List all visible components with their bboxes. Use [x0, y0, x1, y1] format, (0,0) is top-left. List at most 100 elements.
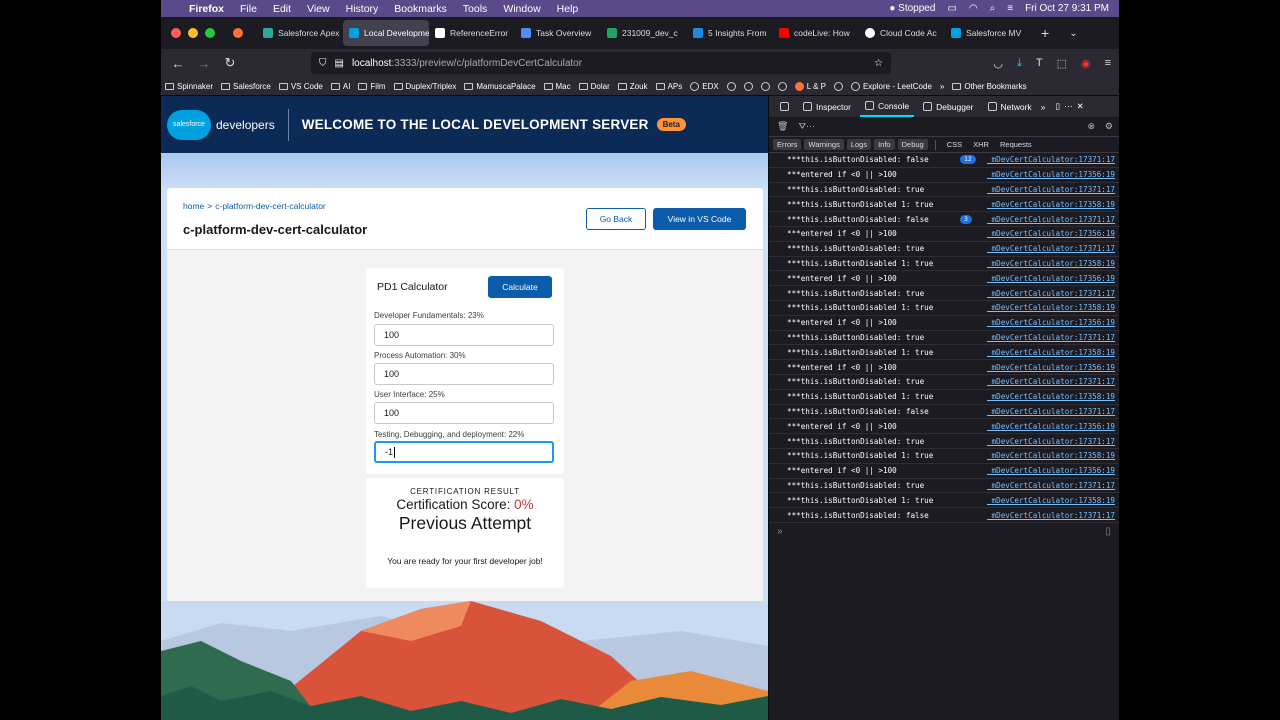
log-source-link[interactable]: _mDevCertCalculator:17371:17	[987, 511, 1115, 520]
devtools-menu-icon[interactable]: ⋯	[1064, 101, 1073, 112]
wifi-icon[interactable]: ◠	[969, 3, 978, 14]
bookmark-duplex[interactable]: Duplex/Triplex	[390, 82, 461, 91]
log-source-link[interactable]: _mDevCertCalculator:17371:17	[987, 185, 1115, 194]
log-source-link[interactable]: _mDevCertCalculator:17356:19	[987, 466, 1115, 475]
filter-warnings[interactable]: Warnings	[804, 139, 844, 150]
minimize-window-button[interactable]	[188, 28, 198, 38]
tab-local-development[interactable]: Local Development✕	[343, 20, 429, 46]
menu-bookmarks[interactable]: Bookmarks	[386, 3, 455, 15]
bookmark-dolar[interactable]: Dolar	[575, 82, 614, 91]
console-settings-icon[interactable]: ⚙	[1105, 121, 1113, 132]
bookmark-globe-1[interactable]	[723, 81, 740, 91]
tab-inspector[interactable]: Inspector	[798, 96, 856, 117]
console-input[interactable]: » ▯	[769, 523, 1119, 541]
editor-mode-icon[interactable]: ▯	[1105, 526, 1111, 537]
process-automation-input[interactable]: 100	[374, 363, 554, 385]
tab-console[interactable]: Console	[859, 96, 915, 117]
bookmark-globe-5[interactable]	[830, 81, 847, 91]
log-source-link[interactable]: _mDevCertCalculator:17356:19	[987, 422, 1115, 431]
zoom-window-button[interactable]	[205, 28, 215, 38]
user-interface-input[interactable]: 100	[374, 402, 554, 424]
dock-icon[interactable]: ▯	[1055, 101, 1060, 112]
tab-network[interactable]: Network	[983, 96, 1037, 117]
filter-logs[interactable]: Logs	[846, 139, 872, 150]
log-source-link[interactable]: _mDevCertCalculator:17371:17	[987, 155, 1115, 164]
page-info-icon[interactable]: ▤	[335, 58, 344, 69]
reload-button[interactable]: ↻	[217, 55, 243, 71]
breadcrumb-home[interactable]: home	[183, 201, 204, 211]
forward-button[interactable]: →	[191, 56, 217, 71]
menu-file[interactable]: File	[232, 3, 265, 15]
tab-referenceerror[interactable]: ReferenceError	[429, 20, 515, 46]
log-source-link[interactable]: _mDevCertCalculator:17358:19	[987, 200, 1115, 209]
log-source-link[interactable]: _mDevCertCalculator:17358:19	[987, 496, 1115, 505]
search-icon[interactable]: ⌕	[990, 3, 996, 14]
bookmark-other[interactable]: Other Bookmarks	[948, 82, 1030, 91]
calculate-button[interactable]: Calculate	[488, 276, 552, 298]
bookmark-mamuscapalace[interactable]: MamuscaPalace	[460, 82, 539, 91]
menu-window[interactable]: Window	[495, 3, 548, 15]
tab-task-overview[interactable]: Task Overview	[515, 20, 601, 46]
shield-icon[interactable]: ⛉	[319, 58, 327, 69]
menu-edit[interactable]: Edit	[265, 3, 299, 15]
tab-salesforce-mv[interactable]: Salesforce MV	[945, 20, 1031, 46]
menu-view[interactable]: View	[299, 3, 338, 15]
extensions-icon[interactable]: ⬚	[1057, 57, 1067, 70]
filter-css[interactable]: CSS	[943, 139, 966, 150]
view-in-vscode-button[interactable]: View in VS Code	[653, 208, 746, 230]
log-source-link[interactable]: _mDevCertCalculator:17371:17	[987, 333, 1115, 342]
tab-codelive[interactable]: codeLive: How	[773, 20, 859, 46]
back-button[interactable]: ←	[165, 56, 191, 71]
more-bookmarks-chevron-icon[interactable]: »	[936, 82, 948, 91]
bookmark-vscode[interactable]: VS Code	[275, 82, 327, 91]
log-source-link[interactable]: _mDevCertCalculator:17358:19	[987, 348, 1115, 357]
tab-salesforce-apex[interactable]: Salesforce Apex	[257, 20, 343, 46]
log-source-link[interactable]: _mDevCertCalculator:17371:17	[987, 244, 1115, 253]
log-source-link[interactable]: _mDevCertCalculator:17356:19	[987, 363, 1115, 372]
bookmark-spinnaker[interactable]: Spinnaker	[161, 82, 217, 91]
bookmark-globe-2[interactable]	[740, 81, 757, 91]
bookmark-film[interactable]: Film	[354, 82, 389, 91]
tab-debugger[interactable]: Debugger	[918, 96, 978, 117]
log-source-link[interactable]: _mDevCertCalculator:17358:19	[987, 392, 1115, 401]
url-bar[interactable]: ⛉ ▤ localhost:3333/preview/c/platformDev…	[311, 52, 891, 74]
log-source-link[interactable]: _mDevCertCalculator:17371:17	[987, 215, 1115, 224]
bookmark-aps[interactable]: APs	[652, 82, 687, 91]
log-source-link[interactable]: _mDevCertCalculator:17358:19	[987, 451, 1115, 460]
battery-icon[interactable]: ▭	[947, 3, 956, 14]
ublock-icon[interactable]: ◉	[1081, 57, 1091, 70]
firefox-view-tab[interactable]	[227, 20, 257, 46]
log-source-link[interactable]: _mDevCertCalculator:17371:17	[987, 481, 1115, 490]
bookmark-mac[interactable]: Mac	[540, 82, 575, 91]
new-tab-button[interactable]: +	[1031, 25, 1059, 41]
filter-icon[interactable]: ⛛⋯	[798, 121, 815, 132]
clear-filter-icon[interactable]: ⊗	[1087, 121, 1095, 132]
bookmark-leetcode[interactable]: Explore - LeetCode	[847, 81, 936, 91]
filter-debug[interactable]: Debug	[897, 139, 928, 150]
log-source-link[interactable]: _mDevCertCalculator:17356:19	[987, 274, 1115, 283]
bookmark-star-icon[interactable]: ☆	[874, 58, 883, 69]
breadcrumb-component[interactable]: c-platform-dev-cert-calculator	[215, 201, 326, 211]
control-center-icon[interactable]: ≡	[1007, 3, 1013, 14]
tab-cloud-code[interactable]: Cloud Code Ac	[859, 20, 945, 46]
pocket-icon[interactable]: ◡	[993, 57, 1003, 70]
element-picker-icon[interactable]	[775, 96, 794, 117]
bookmark-ai[interactable]: AI	[327, 82, 355, 91]
account-avatar[interactable]: T	[1036, 57, 1043, 69]
testing-input[interactable]: -1	[374, 441, 554, 463]
log-source-link[interactable]: _mDevCertCalculator:17371:17	[987, 377, 1115, 386]
bookmark-edx[interactable]: EDX	[686, 81, 722, 91]
bookmark-salesforce[interactable]: Salesforce	[217, 82, 275, 91]
menubar-clock[interactable]: Fri Oct 27 9:31 PM	[1025, 3, 1109, 14]
trash-icon[interactable]: 🗑	[777, 121, 788, 132]
log-source-link[interactable]: _mDevCertCalculator:17356:19	[987, 170, 1115, 179]
filter-errors[interactable]: Errors	[773, 139, 802, 150]
go-back-button[interactable]: Go Back	[586, 208, 646, 230]
log-source-link[interactable]: _mDevCertCalculator:17371:17	[987, 289, 1115, 298]
bookmark-globe-3[interactable]	[757, 81, 774, 91]
bookmark-globe-4[interactable]	[774, 81, 791, 91]
filter-info[interactable]: Info	[874, 139, 895, 150]
menu-history[interactable]: History	[338, 3, 387, 15]
log-source-link[interactable]: _mDevCertCalculator:17356:19	[987, 318, 1115, 327]
downloads-icon[interactable]: ⤓	[1017, 57, 1022, 70]
